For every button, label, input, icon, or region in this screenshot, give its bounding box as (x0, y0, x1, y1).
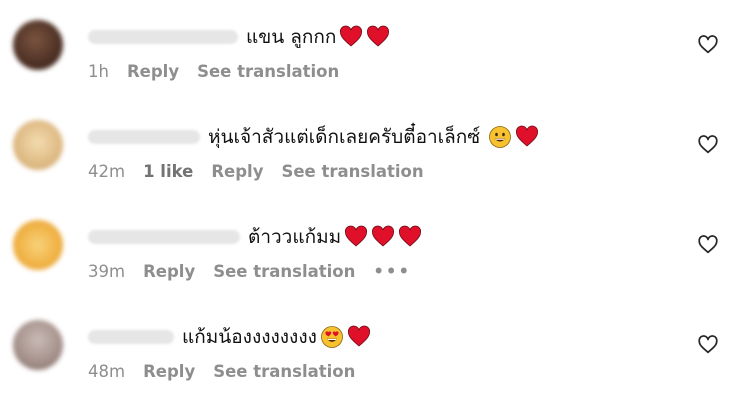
heart-outline-icon[interactable] (697, 34, 719, 56)
comment-meta: 42m 1 like Reply See translation (88, 162, 672, 181)
comment-text-line: ต้าววแก้มม (88, 222, 672, 252)
reply-button[interactable]: Reply (143, 262, 195, 281)
heart-outline-icon[interactable] (697, 334, 719, 356)
avatar[interactable] (13, 320, 63, 370)
comment-content: หุ่นเจ้าสัวแต่เด็กเลยครับตี๋อาเล็กซ์ 42m… (88, 122, 672, 181)
see-translation-link[interactable]: See translation (213, 262, 355, 281)
username-blurred[interactable] (88, 330, 174, 344)
heart-outline-icon[interactable] (697, 134, 719, 156)
username-blurred[interactable] (88, 230, 240, 244)
comment-time: 39m (88, 262, 126, 281)
red-heart-icon (515, 125, 539, 149)
reply-button[interactable]: Reply (143, 362, 195, 381)
comment-item: แก้มน้องงงงงงงง 48m Reply See translatio… (0, 300, 732, 400)
grinning-face-icon (488, 125, 512, 149)
comment-text: แขน ลูกกก (246, 26, 337, 48)
red-heart-icon (339, 25, 363, 49)
red-heart-icon (347, 325, 371, 349)
comment-meta: 48m Reply See translation (88, 362, 672, 381)
comment-item: หุ่นเจ้าสัวแต่เด็กเลยครับตี๋อาเล็กซ์ 42m… (0, 100, 732, 200)
comment-time: 42m (88, 162, 126, 181)
comment-content: แก้มน้องงงงงงงง 48m Reply See translatio… (88, 322, 672, 381)
heart-eyes-face-icon (320, 325, 344, 349)
comment-text-line: หุ่นเจ้าสัวแต่เด็กเลยครับตี๋อาเล็กซ์ (88, 122, 672, 152)
comment-text: ต้าววแก้มม (248, 226, 342, 248)
avatar[interactable] (13, 220, 63, 270)
comment-text: แก้มน้องงงงงงงง (182, 326, 317, 348)
heart-outline-icon[interactable] (697, 234, 719, 256)
comment-time: 1h (88, 62, 109, 81)
username-blurred[interactable] (88, 30, 238, 44)
red-heart-icon (371, 225, 395, 249)
red-heart-icon (366, 25, 390, 49)
reply-button[interactable]: Reply (127, 62, 179, 81)
reply-button[interactable]: Reply (211, 162, 263, 181)
see-translation-link[interactable]: See translation (281, 162, 423, 181)
likes-count-link[interactable]: 1 like (143, 162, 193, 181)
comment-meta: 39m Reply See translation ••• (88, 262, 672, 281)
red-heart-icon (344, 225, 368, 249)
red-heart-icon (398, 225, 422, 249)
comment-item: ต้าววแก้มม 39m Reply See translation ••• (0, 200, 732, 300)
comment-text: หุ่นเจ้าสัวแต่เด็กเลยครับตี๋อาเล็กซ์ (208, 126, 481, 148)
comment-time: 48m (88, 362, 126, 381)
comment-text-line: แขน ลูกกก (88, 22, 672, 52)
avatar[interactable] (13, 120, 63, 170)
comment-meta: 1h Reply See translation (88, 62, 672, 81)
comment-item: แขน ลูกกก 1h Reply See translation (0, 0, 732, 100)
more-options-icon[interactable]: ••• (373, 262, 411, 281)
see-translation-link[interactable]: See translation (213, 362, 355, 381)
avatar[interactable] (13, 20, 63, 70)
comment-content: แขน ลูกกก 1h Reply See translation (88, 22, 672, 81)
see-translation-link[interactable]: See translation (197, 62, 339, 81)
comment-text-line: แก้มน้องงงงงงงง (88, 322, 672, 352)
username-blurred[interactable] (88, 130, 200, 144)
comment-content: ต้าววแก้มม 39m Reply See translation ••• (88, 222, 672, 281)
